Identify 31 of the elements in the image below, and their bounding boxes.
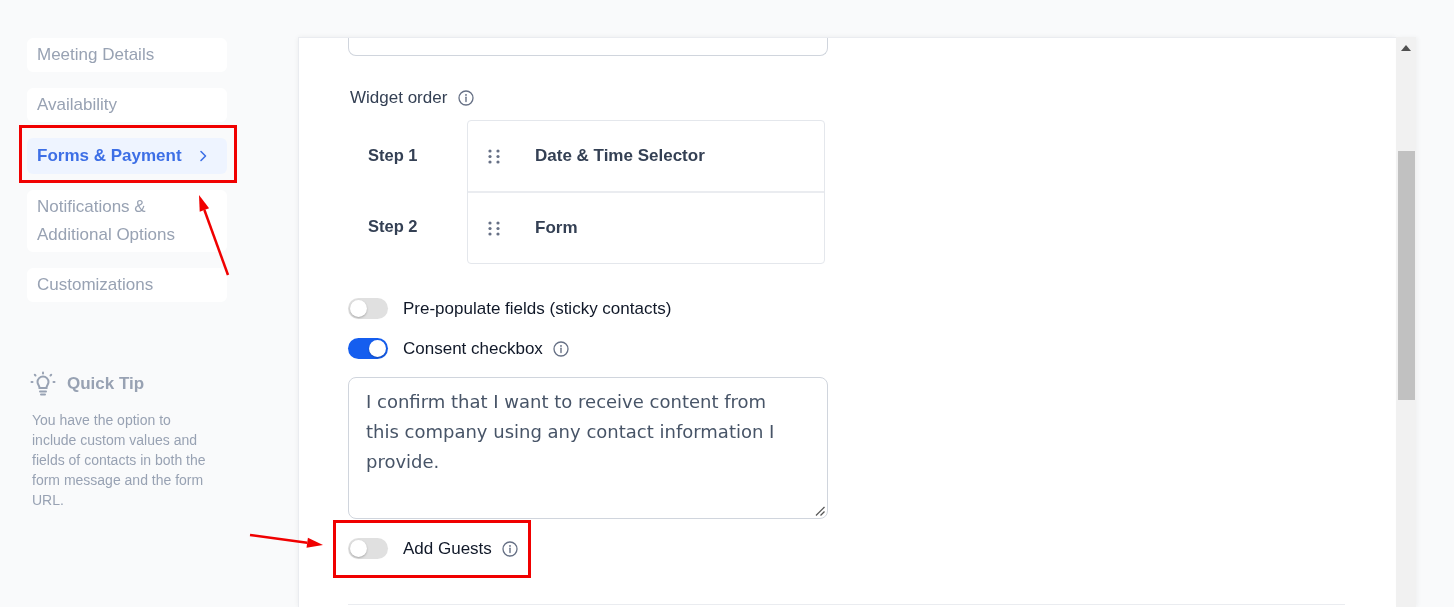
scrollbar-thumb[interactable] <box>1397 151 1415 400</box>
info-icon[interactable] <box>501 540 518 557</box>
widget-name: Form <box>535 218 578 238</box>
widget-order-label: Widget order <box>349 88 448 108</box>
info-icon[interactable] <box>552 340 569 357</box>
drag-handle-icon[interactable] <box>487 220 501 236</box>
toggle-label: Add Guests <box>403 538 492 559</box>
info-icon[interactable] <box>458 90 475 106</box>
quick-tip-text: You have the option to include custom values and fields of contacts in both the form message and the form URL. <box>32 411 207 510</box>
step-label: Step 1 <box>368 146 418 165</box>
scroll-up-icon[interactable] <box>1401 45 1411 51</box>
quick-tip-title: Quick Tip <box>67 374 145 394</box>
sidebar-item[interactable]: Forms & Payment <box>27 138 227 174</box>
toggle-switch[interactable] <box>348 298 388 319</box>
widget-name: Date & Time Selector <box>535 146 705 166</box>
chevron-right-icon <box>198 150 208 162</box>
dropdown-field[interactable] <box>348 38 828 56</box>
scrollbar[interactable] <box>1396 37 1416 607</box>
sidebar-item[interactable]: Meeting Details <box>27 38 227 72</box>
consent-text-field[interactable]: I confirm that I want to receive content from this company using any contact information I provide. <box>348 377 828 519</box>
sidebar-item[interactable]: Customizations <box>27 268 227 302</box>
toggle-label: Consent checkbox <box>403 338 543 359</box>
toggle-switch[interactable] <box>348 338 388 359</box>
step-label: Step 2 <box>368 217 418 236</box>
drag-handle-icon[interactable] <box>487 148 501 164</box>
toggle-label: Pre-populate fields (sticky contacts) <box>403 298 672 319</box>
sidebar-item[interactable]: Availability <box>27 88 227 122</box>
sidebar-item[interactable]: Notifications & Additional Options <box>27 190 227 252</box>
resize-handle-icon[interactable] <box>815 506 825 516</box>
lightbulb-icon <box>30 371 56 397</box>
toggle-switch[interactable] <box>348 538 388 559</box>
